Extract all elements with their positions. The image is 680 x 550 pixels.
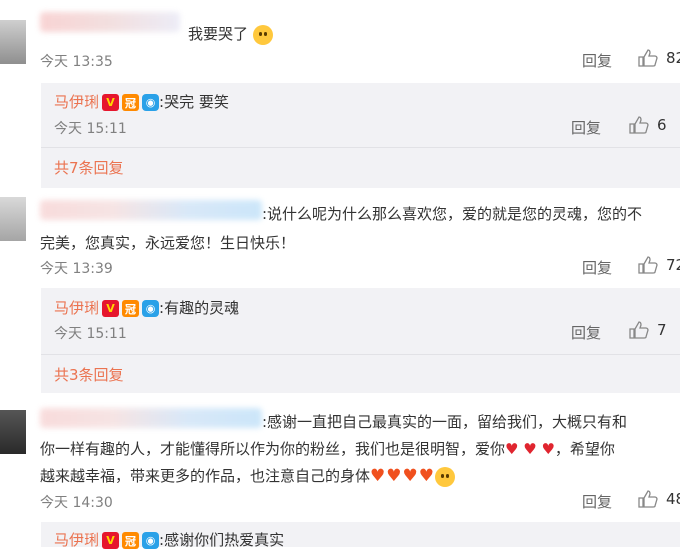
- comment-text-content: 你一样有趣的人，才能懂得所以作为你的粉丝，我们也是很明智，爱你: [40, 440, 506, 458]
- reply-button[interactable]: 回复: [582, 491, 612, 512]
- reply-text: :哭完 要笑: [159, 93, 229, 111]
- more-replies-link[interactable]: 共3条回复: [54, 364, 124, 385]
- comment-text: :感谢一直把自己最真实的一面，留给我们，大概只有和: [262, 413, 628, 431]
- reply-button[interactable]: 回复: [582, 50, 612, 71]
- comment-time: 今天 13:39: [40, 261, 113, 277]
- thumb-up-icon: [638, 256, 658, 274]
- like-count: 72: [666, 256, 680, 274]
- thumb-up-icon: [629, 321, 649, 339]
- reply-button[interactable]: 回复: [582, 257, 612, 278]
- like-button[interactable]: 48: [638, 490, 680, 508]
- comment-text-content: 我要哭了: [188, 25, 249, 43]
- reply-button[interactable]: 回复: [571, 117, 601, 138]
- blurred-username: [40, 200, 262, 220]
- verified-badge-icon: V: [102, 300, 120, 317]
- like-count: 82: [666, 49, 680, 67]
- camera-badge-icon: ◉: [142, 94, 160, 111]
- divider: [41, 147, 680, 148]
- reply-time: 今天 15:11: [54, 326, 127, 342]
- avatar[interactable]: [0, 410, 26, 454]
- divider: [41, 354, 680, 355]
- like-count: 7: [657, 321, 667, 339]
- thumb-up-icon: [638, 49, 658, 67]
- like-count: 6: [657, 116, 667, 134]
- thumb-up-icon: [629, 116, 649, 134]
- like-button[interactable]: 7: [629, 321, 667, 339]
- nested-reply: 马伊琍 V 冠 ◉:哭完 要笑: [54, 91, 229, 112]
- verified-badge-icon: V: [102, 532, 120, 549]
- camera-badge-icon: ◉: [142, 532, 160, 549]
- blurred-username: [40, 408, 262, 428]
- comment-text: 越来越幸福，带来更多的作品，也注意自己的身体♥♥♥♥: [40, 465, 455, 487]
- more-replies-link[interactable]: 共7条回复: [54, 157, 124, 178]
- heart-icon: ♥♥♥♥: [370, 466, 435, 486]
- nested-reply-box: 马伊琍 V 冠 ◉:有趣的灵魂 今天 15:11 回复 7 共3条回复: [41, 288, 680, 393]
- like-button[interactable]: 6: [629, 116, 667, 134]
- like-button[interactable]: 72: [638, 256, 680, 274]
- comment-text-content: ，希望你: [554, 440, 615, 458]
- comment-text: 完美，您真实，永远爱您！生日快乐！: [40, 234, 296, 252]
- blurred-username: [40, 12, 180, 32]
- comment-text-content: 越来越幸福，带来更多的作品，也注意自己的身体: [40, 467, 371, 485]
- reply-button[interactable]: 回复: [571, 322, 601, 343]
- avatar[interactable]: [0, 197, 26, 241]
- reply-time: 今天 15:11: [54, 121, 127, 137]
- crown-badge-icon: 冠: [122, 94, 140, 111]
- like-button[interactable]: 82: [638, 49, 680, 67]
- comment-text: 你一样有趣的人，才能懂得所以作为你的粉丝，我们也是很明智，爱你♥ ♥ ♥，希望你: [40, 438, 615, 459]
- like-count: 48: [666, 490, 680, 508]
- sad-face-icon: [252, 24, 273, 45]
- reply-text: :有趣的灵魂: [159, 299, 240, 317]
- crying-face-icon: [434, 466, 455, 487]
- camera-badge-icon: ◉: [142, 300, 160, 317]
- verified-badge-icon: V: [102, 94, 120, 111]
- crown-badge-icon: 冠: [122, 532, 140, 549]
- reply-username[interactable]: 马伊琍: [54, 93, 99, 111]
- avatar[interactable]: [0, 20, 26, 64]
- reply-username[interactable]: 马伊琍: [54, 531, 99, 549]
- thumb-up-icon: [638, 490, 658, 508]
- crown-badge-icon: 冠: [122, 300, 140, 317]
- reply-text: :感谢你们热爱真实: [159, 531, 285, 549]
- comment-text: :说什么呢为什么那么喜欢您，爱的就是您的灵魂，您的不: [262, 205, 643, 223]
- reply-username[interactable]: 马伊琍: [54, 299, 99, 317]
- nested-reply-box: 马伊琍 V 冠 ◉:哭完 要笑 今天 15:11 回复 6 共7条回复: [41, 83, 680, 188]
- comment-text: 我要哭了: [188, 23, 273, 45]
- nested-reply-box: 马伊琍 V 冠 ◉:感谢你们热爱真实: [41, 522, 680, 549]
- heart-icon: ♥ ♥ ♥: [505, 440, 555, 458]
- comment-time: 今天 13:35: [40, 54, 113, 70]
- nested-reply: 马伊琍 V 冠 ◉:有趣的灵魂: [54, 297, 239, 318]
- comment-time: 今天 14:30: [40, 495, 113, 511]
